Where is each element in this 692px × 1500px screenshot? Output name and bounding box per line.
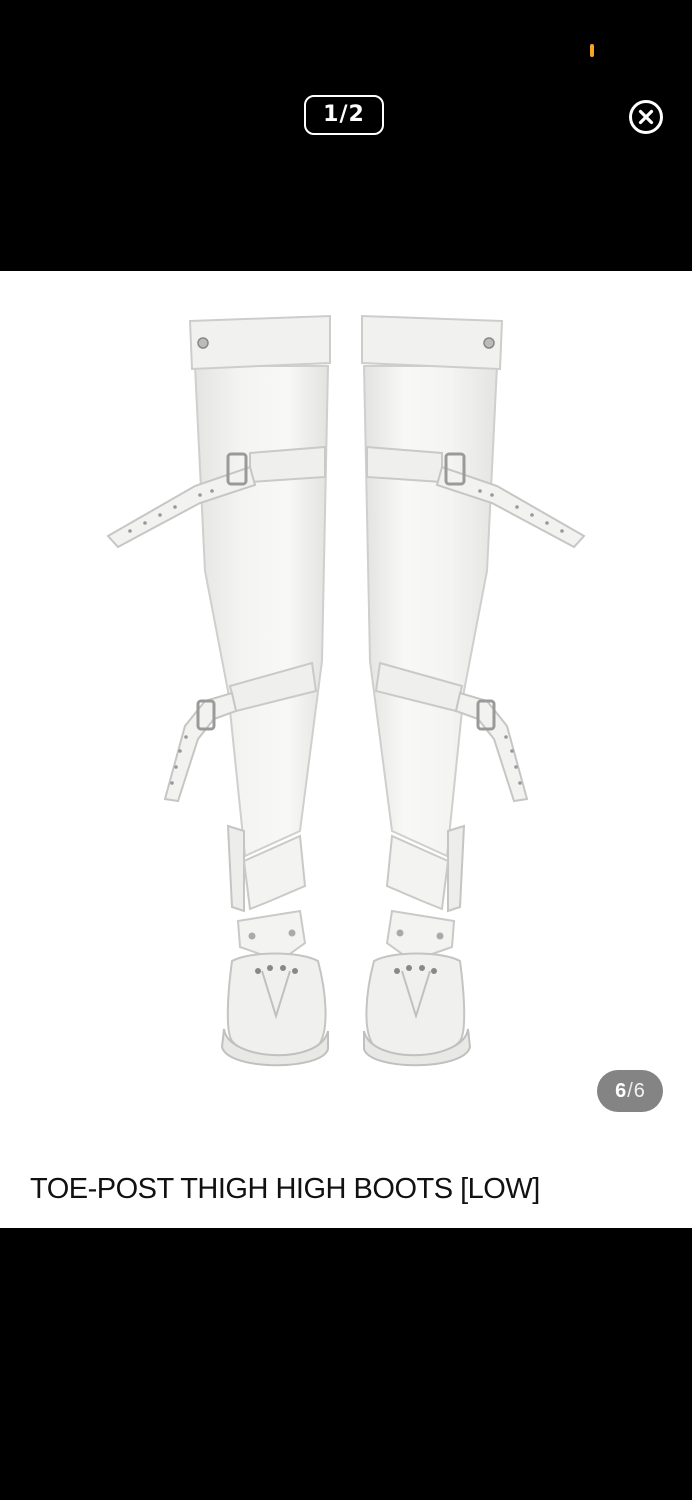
image-counter-current: 6 [615,1080,627,1102]
image-counter-total: 6 [633,1080,645,1102]
image-counter-separator: / [627,1080,633,1102]
close-circle-icon [629,100,663,134]
page-counter: 1/2 [304,95,384,135]
close-button[interactable] [628,99,664,135]
image-counter: 6/6 [597,1070,663,1112]
product-card: 6/6 TOE-POST THIGH HIGH BOOTS [LOW] [0,271,692,1228]
status-indicator [590,44,594,57]
product-image[interactable]: 6/6 [0,271,692,1131]
product-title: TOE-POST THIGH HIGH BOOTS [LOW] [30,1173,540,1205]
boots-illustration [106,314,586,1067]
image-viewer: 1/2 6/6 TOE-POST THIGH HIGH BOOTS [LOW] [0,0,692,1500]
